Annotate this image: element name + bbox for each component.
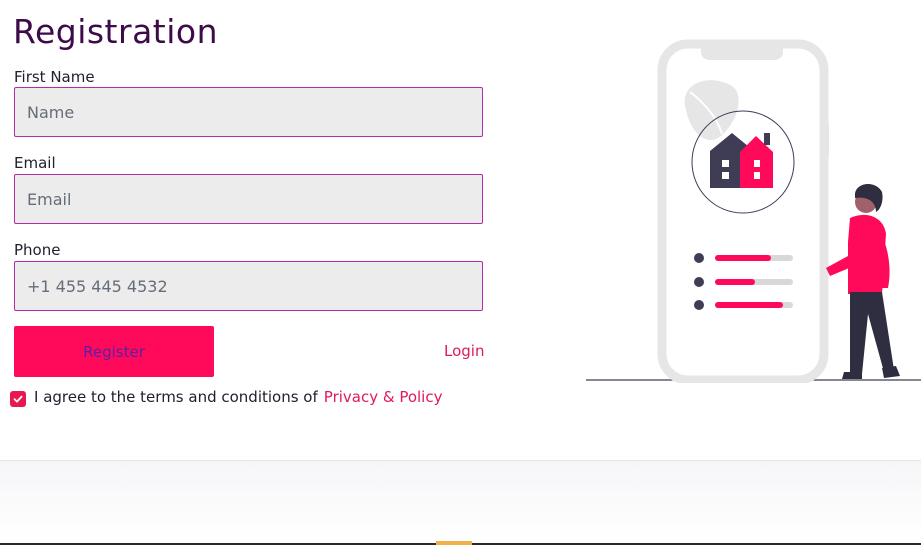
check-icon bbox=[13, 395, 23, 403]
list-dot-3 bbox=[694, 300, 704, 310]
first-name-label: First Name bbox=[14, 68, 95, 86]
phone-label: Phone bbox=[14, 241, 61, 259]
list-bar-fg-3 bbox=[715, 302, 783, 308]
register-button[interactable]: Register bbox=[14, 326, 214, 377]
agree-row: I agree to the terms and conditions of P… bbox=[10, 386, 442, 408]
email-input[interactable] bbox=[14, 174, 483, 224]
house-window-4 bbox=[754, 172, 760, 179]
list-bar-fg-2 bbox=[715, 279, 755, 285]
footer-band bbox=[0, 460, 921, 545]
list-bar-fg-1 bbox=[715, 255, 771, 261]
agree-checkbox[interactable] bbox=[10, 391, 26, 407]
list-dot-1 bbox=[694, 253, 704, 263]
login-link[interactable]: Login bbox=[444, 342, 484, 360]
agree-text: I agree to the terms and conditions of bbox=[34, 388, 318, 406]
privacy-policy-link[interactable]: Privacy & Policy bbox=[324, 388, 443, 406]
house-window-1 bbox=[722, 160, 729, 167]
page-title: Registration bbox=[13, 12, 218, 51]
first-name-input[interactable] bbox=[14, 87, 483, 137]
phone-side-button bbox=[824, 122, 829, 158]
email-label: Email bbox=[14, 154, 56, 172]
person-figure bbox=[826, 183, 900, 379]
phone-notch bbox=[701, 42, 783, 60]
house-on-phone-illustration bbox=[586, 39, 921, 383]
house-window-2 bbox=[722, 172, 729, 179]
house-chimney bbox=[764, 133, 770, 145]
bottom-accent bbox=[436, 541, 472, 545]
phone-input[interactable] bbox=[14, 261, 483, 311]
list-dot-2 bbox=[694, 277, 704, 287]
house-window-3 bbox=[754, 160, 760, 167]
